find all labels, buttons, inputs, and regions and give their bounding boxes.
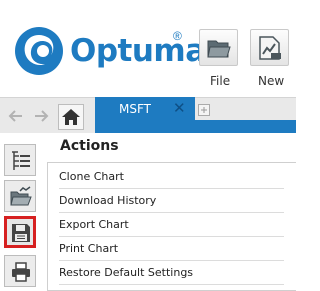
actions-title: Actions <box>60 138 119 154</box>
tab-msft[interactable]: MSFT ✕ <box>95 97 195 120</box>
file-button[interactable] <box>199 29 238 66</box>
folder-icon <box>207 40 231 58</box>
tree-list-icon <box>12 151 30 170</box>
action-export-chart[interactable]: Export Chart <box>59 213 284 237</box>
action-print-chart[interactable]: Print Chart <box>59 237 284 261</box>
new-label: New <box>258 74 285 88</box>
registered-mark: ® <box>173 29 182 43</box>
file-label: File <box>210 74 231 88</box>
plus-icon <box>201 107 207 113</box>
sidebar-item-tree[interactable] <box>4 144 36 176</box>
forward-arrow-icon[interactable] <box>33 108 49 124</box>
home-icon <box>62 109 80 125</box>
tab-strip-underline <box>95 120 296 133</box>
actions-list: Clone Chart Download History Export Char… <box>47 162 296 291</box>
tab-msft-label: MSFT <box>119 102 151 116</box>
home-button[interactable] <box>58 104 84 130</box>
sidebar-item-open[interactable] <box>4 180 36 212</box>
new-button[interactable] <box>250 29 289 66</box>
action-clone-chart[interactable]: Clone Chart <box>59 165 284 189</box>
tab-close-icon[interactable]: ✕ <box>173 99 186 117</box>
new-tab-button[interactable] <box>198 104 210 116</box>
sidebar-item-print[interactable] <box>4 255 36 287</box>
printer-icon <box>12 262 30 282</box>
back-arrow-icon[interactable] <box>8 108 24 124</box>
logo-wordmark: Optuma <box>70 33 206 69</box>
optuma-logo: Optuma ® <box>14 26 206 76</box>
sidebar-item-save[interactable] <box>4 216 36 248</box>
action-restore-default-settings[interactable]: Restore Default Settings <box>59 261 284 285</box>
save-icon <box>12 224 30 242</box>
optuma-swirl-icon <box>15 27 63 75</box>
action-download-history[interactable]: Download History <box>59 189 284 213</box>
folder-chart-icon <box>10 186 32 206</box>
new-chart-icon <box>259 36 281 60</box>
